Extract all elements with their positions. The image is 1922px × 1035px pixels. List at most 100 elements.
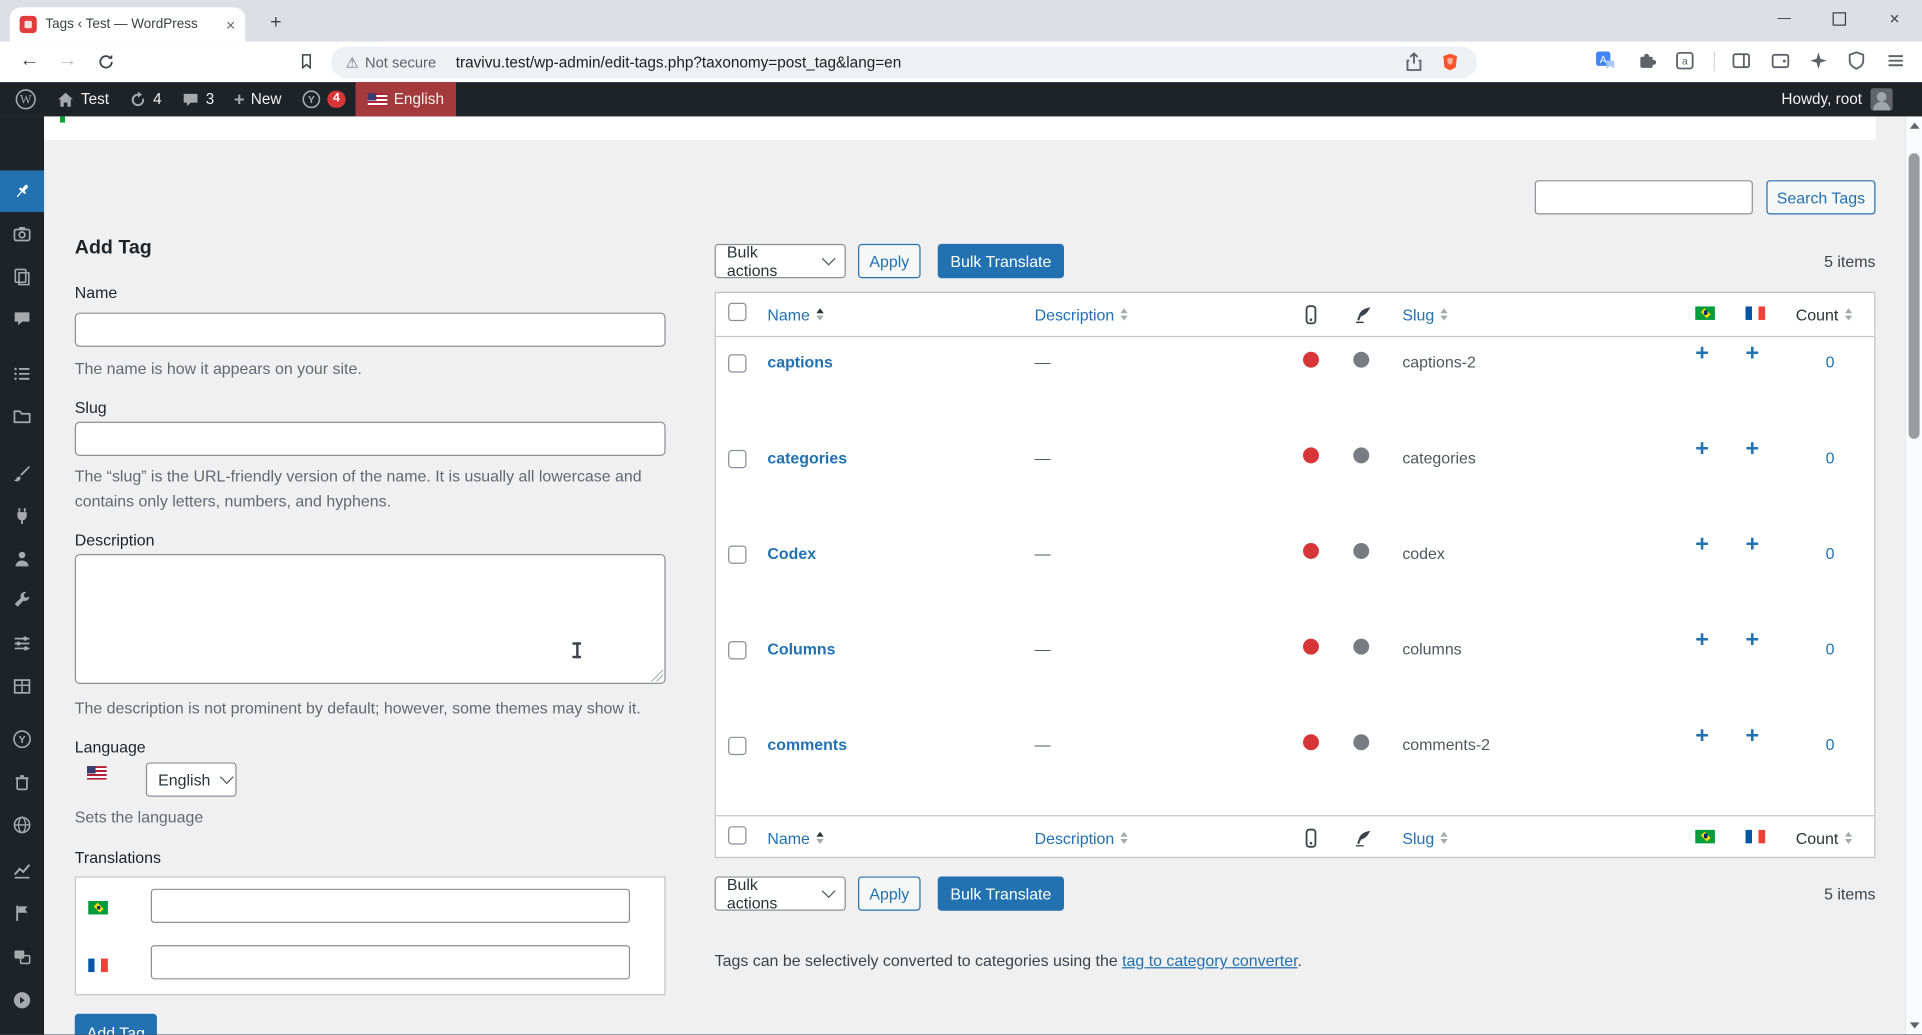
tag-count-link[interactable]: 0 — [1813, 353, 1847, 371]
sidebar-item-trash[interactable] — [0, 761, 44, 803]
sidebar-item-tools[interactable] — [0, 580, 44, 622]
sidebar-item-globe[interactable] — [0, 804, 44, 846]
add-translation-br-button[interactable]: + — [1695, 724, 1709, 747]
scroll-down-arrow[interactable] — [1909, 1022, 1919, 1029]
row-checkbox[interactable] — [728, 641, 747, 666]
add-translation-br-button[interactable]: + — [1695, 342, 1709, 365]
search-tags-button[interactable]: Search Tags — [1766, 180, 1876, 215]
select-all-checkbox[interactable] — [728, 302, 747, 327]
window-maximize-button[interactable] — [1812, 0, 1867, 37]
sidebar-item-folder[interactable] — [0, 396, 44, 438]
sort-by-name-header[interactable]: Name — [767, 829, 824, 847]
apply-button-top[interactable]: Apply — [858, 243, 921, 279]
tag-count-link[interactable]: 0 — [1813, 735, 1847, 753]
language-select[interactable]: English — [145, 762, 237, 797]
share-button[interactable] — [1404, 51, 1426, 73]
translation-input-fr[interactable] — [150, 945, 631, 980]
add-tag-submit-button[interactable]: Add Tag — [74, 1013, 157, 1035]
search-tags-input[interactable] — [1534, 180, 1753, 215]
sidebar-item-translations[interactable] — [0, 937, 44, 979]
sidebar-item-lists[interactable] — [0, 353, 44, 395]
sidebar-item-appearance[interactable] — [0, 452, 44, 494]
vpn-shield-button[interactable] — [1846, 50, 1868, 72]
row-checkbox[interactable] — [728, 449, 747, 475]
translation-input-br[interactable] — [150, 888, 631, 924]
sidebar-item-languages[interactable] — [0, 892, 44, 934]
howdy-text[interactable]: Howdy, root — [1781, 91, 1862, 108]
tab-close-icon[interactable]: × — [226, 17, 235, 33]
tag-count-link[interactable]: 0 — [1813, 640, 1847, 658]
tag-count-link[interactable]: 0 — [1813, 449, 1847, 467]
language-switcher-menu[interactable]: English — [355, 82, 457, 117]
add-translation-fr-button[interactable]: + — [1746, 533, 1760, 556]
user-avatar[interactable] — [1870, 88, 1893, 111]
window-close-button[interactable]: × — [1867, 0, 1922, 37]
security-label[interactable]: Not secure — [365, 54, 436, 71]
address-bar[interactable]: ⚠ Not secure travivu.test/wp-admin/edit-… — [330, 46, 1478, 79]
bulk-translate-button-top[interactable]: Bulk Translate — [937, 243, 1064, 279]
tag-name-link[interactable]: comments — [767, 735, 847, 753]
sort-by-count-header[interactable]: Count — [1796, 829, 1852, 847]
back-button[interactable]: ← — [17, 49, 42, 74]
tag-name-link[interactable]: categories — [767, 449, 847, 467]
scrollbar-thumb[interactable] — [1908, 153, 1920, 439]
sort-by-description-header[interactable]: Description — [1035, 305, 1128, 324]
tag-name-link[interactable]: Columns — [767, 640, 835, 658]
tag-description-textarea[interactable] — [74, 554, 666, 684]
new-tab-button[interactable]: + — [262, 10, 289, 37]
tag-count-link[interactable]: 0 — [1813, 544, 1847, 562]
tag-name-link[interactable]: captions — [767, 353, 833, 371]
sort-by-slug-header[interactable]: Slug — [1402, 305, 1448, 324]
sidebar-item-pages[interactable] — [0, 256, 44, 298]
scroll-up-arrow[interactable] — [1909, 122, 1919, 129]
apply-button-bottom[interactable]: Apply — [858, 876, 921, 911]
vertical-scrollbar[interactable] — [1904, 116, 1922, 1035]
sidebar-item-posts[interactable] — [0, 170, 45, 213]
wp-logo-menu[interactable]: W — [5, 82, 47, 116]
sidebar-item-media[interactable] — [0, 213, 44, 255]
tag-name-link[interactable]: Codex — [767, 544, 816, 562]
row-checkbox[interactable] — [728, 736, 747, 762]
extensions-puzzle-icon[interactable] — [1636, 50, 1658, 72]
sidebar-item-plugins[interactable] — [0, 495, 44, 537]
sort-by-count-header[interactable]: Count — [1796, 305, 1852, 324]
brave-shields-button[interactable] — [1440, 51, 1462, 73]
new-content-menu[interactable]: + New — [224, 82, 291, 116]
sidebar-toggle-button[interactable] — [1731, 50, 1753, 72]
bulk-translate-button-bottom[interactable]: Bulk Translate — [937, 876, 1064, 911]
updates-menu[interactable]: 4 — [119, 82, 172, 116]
yoast-seo-menu[interactable]: Y 4 — [291, 82, 355, 116]
browser-tab[interactable]: Tags ‹ Test — WordPress × — [9, 7, 246, 42]
sidebar-item-users[interactable] — [0, 538, 44, 580]
add-translation-fr-button[interactable]: + — [1746, 342, 1760, 365]
tag-name-input[interactable] — [74, 312, 666, 347]
translate-extension-icon[interactable]: A — [1595, 50, 1617, 72]
row-checkbox[interactable] — [728, 545, 747, 570]
tag-to-category-converter-link[interactable]: tag to category converter — [1122, 951, 1297, 969]
sidebar-item-yoast[interactable]: Y — [0, 718, 44, 760]
add-translation-br-button[interactable]: + — [1695, 533, 1709, 556]
sort-by-description-header[interactable]: Description — [1035, 829, 1128, 847]
add-translation-br-button[interactable]: + — [1695, 629, 1709, 652]
add-translation-fr-button[interactable]: + — [1746, 438, 1760, 461]
add-translation-fr-button[interactable]: + — [1746, 724, 1760, 747]
sort-by-slug-header[interactable]: Slug — [1402, 829, 1448, 847]
textarea-resize-handle[interactable] — [650, 669, 664, 682]
sidebar-item-analytics[interactable] — [0, 849, 44, 891]
sidebar-collapse-button[interactable] — [0, 979, 44, 1021]
add-translation-fr-button[interactable]: + — [1746, 629, 1760, 652]
url-text[interactable]: travivu.test/wp-admin/edit-tags.php?taxo… — [456, 54, 901, 71]
wallet-button[interactable] — [1770, 50, 1792, 72]
tag-slug-input[interactable] — [74, 421, 666, 456]
window-minimize-button[interactable]: — — [1757, 0, 1812, 37]
sidebar-item-tablepress[interactable] — [0, 666, 44, 708]
leo-ai-button[interactable] — [1808, 50, 1830, 72]
reload-button[interactable] — [93, 49, 118, 74]
bulk-actions-select-bottom[interactable]: Bulk actions — [714, 875, 846, 912]
bookmark-button[interactable] — [294, 49, 319, 74]
bulk-actions-select-top[interactable]: Bulk actions — [714, 243, 846, 279]
row-checkbox[interactable] — [728, 354, 747, 379]
sidebar-item-settings[interactable] — [0, 623, 44, 665]
forward-button[interactable]: → — [55, 49, 80, 74]
browser-menu-button[interactable] — [1885, 50, 1907, 72]
